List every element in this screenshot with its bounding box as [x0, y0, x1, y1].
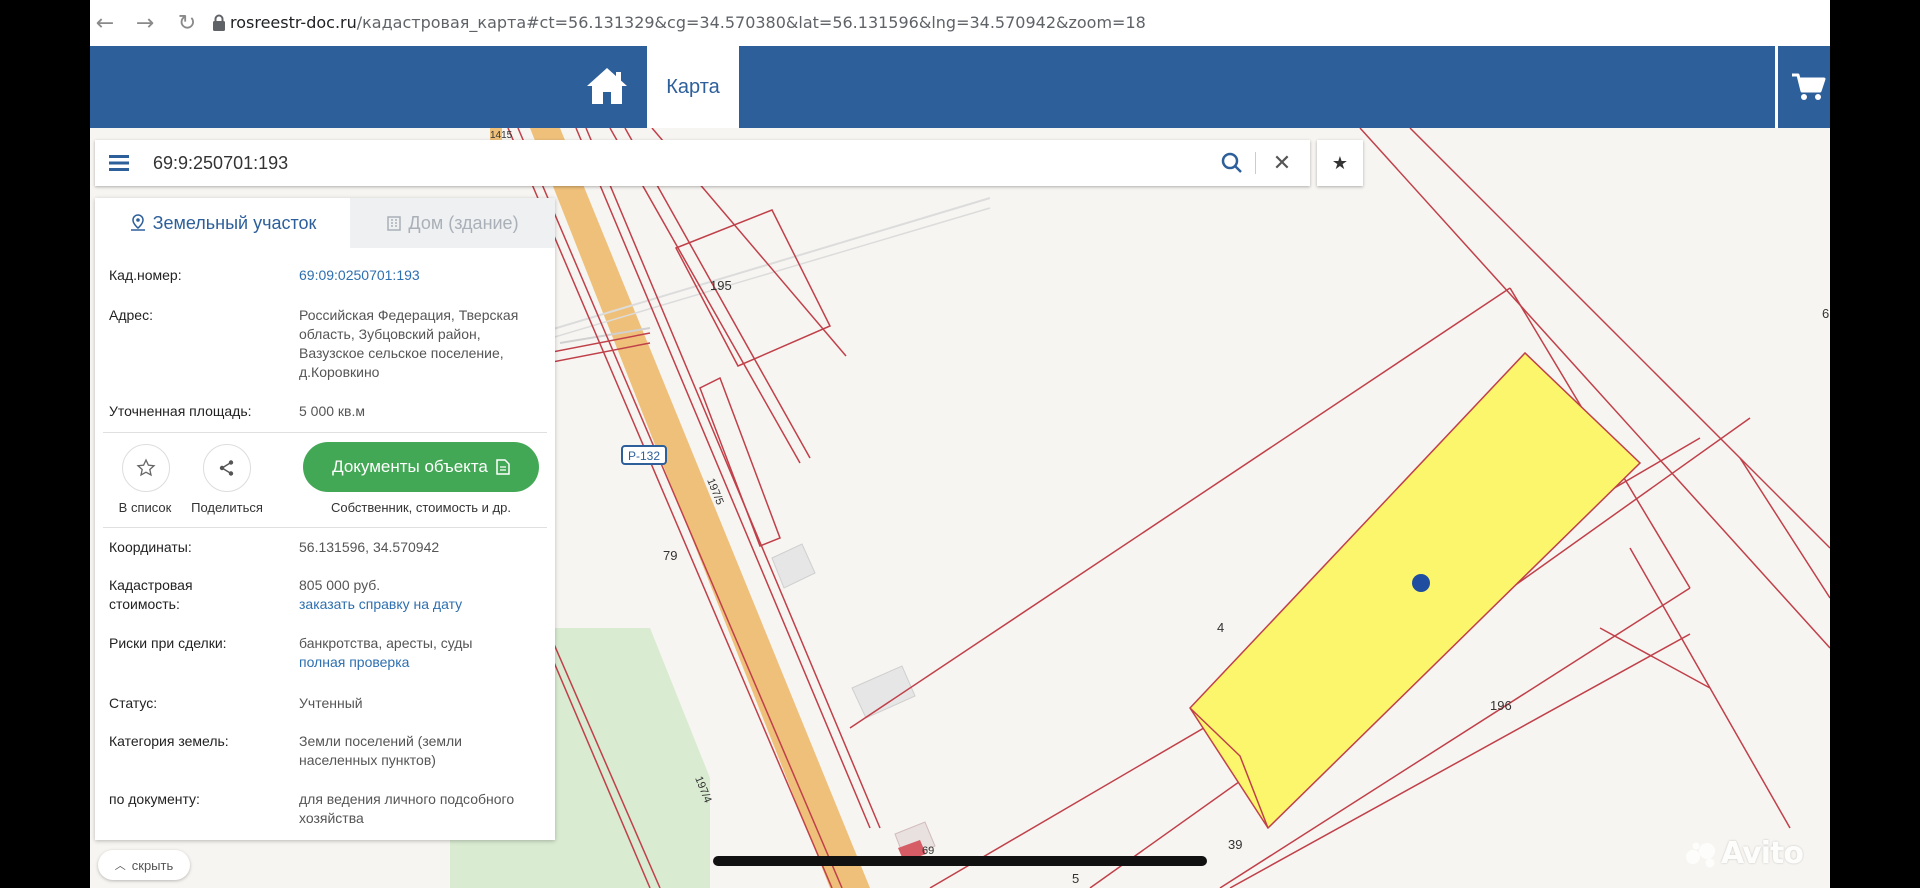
search-icon[interactable] — [1220, 151, 1244, 175]
area-value: 5 000 кв.м — [299, 403, 366, 419]
share-button[interactable] — [203, 444, 251, 492]
hide-panel-button[interactable]: ︿ скрыть — [98, 850, 190, 880]
add-to-list-button[interactable] — [122, 444, 170, 492]
cadastral-cost-value: 805 000 руб. — [299, 577, 381, 593]
status-value: Учтенный — [299, 695, 363, 711]
map-pin-icon — [130, 214, 145, 231]
tab-land-plot[interactable]: Земельный участок — [95, 198, 350, 248]
divider — [103, 432, 547, 433]
actions-row: В список Поделиться Документы объекта Со… — [95, 438, 555, 528]
area-label: Уточненная площадь: — [109, 403, 252, 419]
cad-number-label: Кад.номер: — [109, 267, 182, 283]
status-label: Статус: — [109, 695, 158, 711]
document-icon — [496, 459, 510, 475]
tab-house[interactable]: Дом (здание) — [350, 198, 555, 248]
header-divider — [1775, 46, 1778, 128]
location-marker — [1412, 574, 1430, 592]
hide-panel-label: скрыть — [131, 857, 174, 873]
search-bar: ✕ — [95, 140, 1310, 186]
forward-icon[interactable]: → — [130, 8, 160, 38]
by-document-label: по документу: — [109, 791, 200, 807]
share-label: Поделиться — [191, 500, 263, 515]
parcel-label: 39 — [1228, 837, 1242, 852]
close-icon[interactable]: ✕ — [1267, 148, 1297, 178]
parcel-info-panel: Земельный участок Дом (здание) Кад.номер… — [95, 198, 555, 840]
cadastral-cost-label: Кадастровая стоимость: — [109, 577, 193, 612]
tab-land-label: Земельный участок — [152, 212, 317, 233]
parcel-label: 5 — [1072, 871, 1079, 886]
parcel-label: 4 — [1217, 620, 1224, 635]
building-icon — [387, 216, 402, 231]
url-path: /кадастровая_карта#ct=56.131329&cg=34.57… — [356, 13, 1146, 32]
full-check-link[interactable]: полная проверка — [299, 653, 539, 672]
url-host: rosreestr-doc.ru — [230, 13, 357, 32]
lock-icon — [213, 14, 225, 31]
back-icon[interactable]: ← — [90, 8, 120, 38]
home-icon[interactable] — [585, 64, 629, 108]
browser-toolbar: ← → ↻ rosreestr-doc.ru/кадастровая_карта… — [90, 0, 1830, 46]
risks-label: Риски при сделки: — [109, 635, 227, 651]
coordinates-value: 56.131596, 34.570942 — [299, 539, 440, 555]
order-certificate-link[interactable]: заказать справку на дату — [299, 595, 539, 614]
avito-watermark: Avito — [1685, 836, 1804, 871]
cad-number-link[interactable]: 69:09:0250701:193 — [299, 266, 539, 285]
risks-block: банкротства, аресты, суды полная проверк… — [299, 634, 539, 672]
documents-button[interactable]: Документы объекта — [303, 442, 539, 492]
chevron-up-icon: ︿ — [114, 859, 126, 872]
road-label: Р-132 — [628, 449, 660, 463]
divider — [103, 527, 547, 528]
documents-button-label: Документы объекта — [332, 457, 488, 476]
avito-logo-icon — [1686, 842, 1715, 867]
home-indicator — [713, 856, 1207, 866]
address-value: Российская Федерация, Тверская область, … — [299, 307, 519, 380]
parcel-label: 195 — [710, 278, 732, 293]
favorites-button[interactable]: ★ — [1317, 140, 1363, 186]
address-bar[interactable]: rosreestr-doc.ru/кадастровая_карта#ct=56… — [230, 11, 1146, 35]
parcel-label: 196 — [1490, 698, 1512, 713]
cadastral-cost-block: 805 000 руб. заказать справку на дату — [299, 576, 539, 614]
address-label: Адрес: — [109, 307, 153, 323]
search-divider — [1255, 152, 1256, 174]
category-label: Категория земель: — [109, 733, 229, 749]
watermark-text: Avito — [1721, 836, 1804, 871]
star-icon: ★ — [1331, 152, 1349, 174]
tab-house-label: Дом (здание) — [408, 212, 519, 233]
menu-icon[interactable] — [95, 140, 143, 186]
share-icon — [219, 460, 234, 476]
parcel-label: 79 — [663, 548, 677, 563]
by-document-value: для ведения личного подсобного хозяйства — [299, 791, 515, 826]
star-outline-icon — [136, 458, 156, 477]
tab-map[interactable]: Карта — [647, 46, 739, 128]
risks-value: банкротства, аресты, суды — [299, 635, 473, 651]
cart-icon[interactable] — [1790, 72, 1826, 102]
coordinates-label: Координаты: — [109, 539, 192, 555]
reload-icon[interactable]: ↻ — [172, 8, 202, 38]
search-input[interactable] — [153, 140, 1153, 186]
panel-tabs: Земельный участок Дом (здание) — [95, 198, 555, 248]
site-header: Карта — [90, 46, 1830, 128]
add-to-list-label: В список — [118, 500, 172, 515]
category-value: Земли поселений (земли населенных пункто… — [299, 733, 462, 768]
documents-subtitle: Собственник, стоимость и др. — [330, 500, 511, 515]
screen: ← → ↻ rosreestr-doc.ru/кадастровая_карта… — [90, 0, 1830, 888]
parcel-label: 6 — [1822, 306, 1829, 321]
